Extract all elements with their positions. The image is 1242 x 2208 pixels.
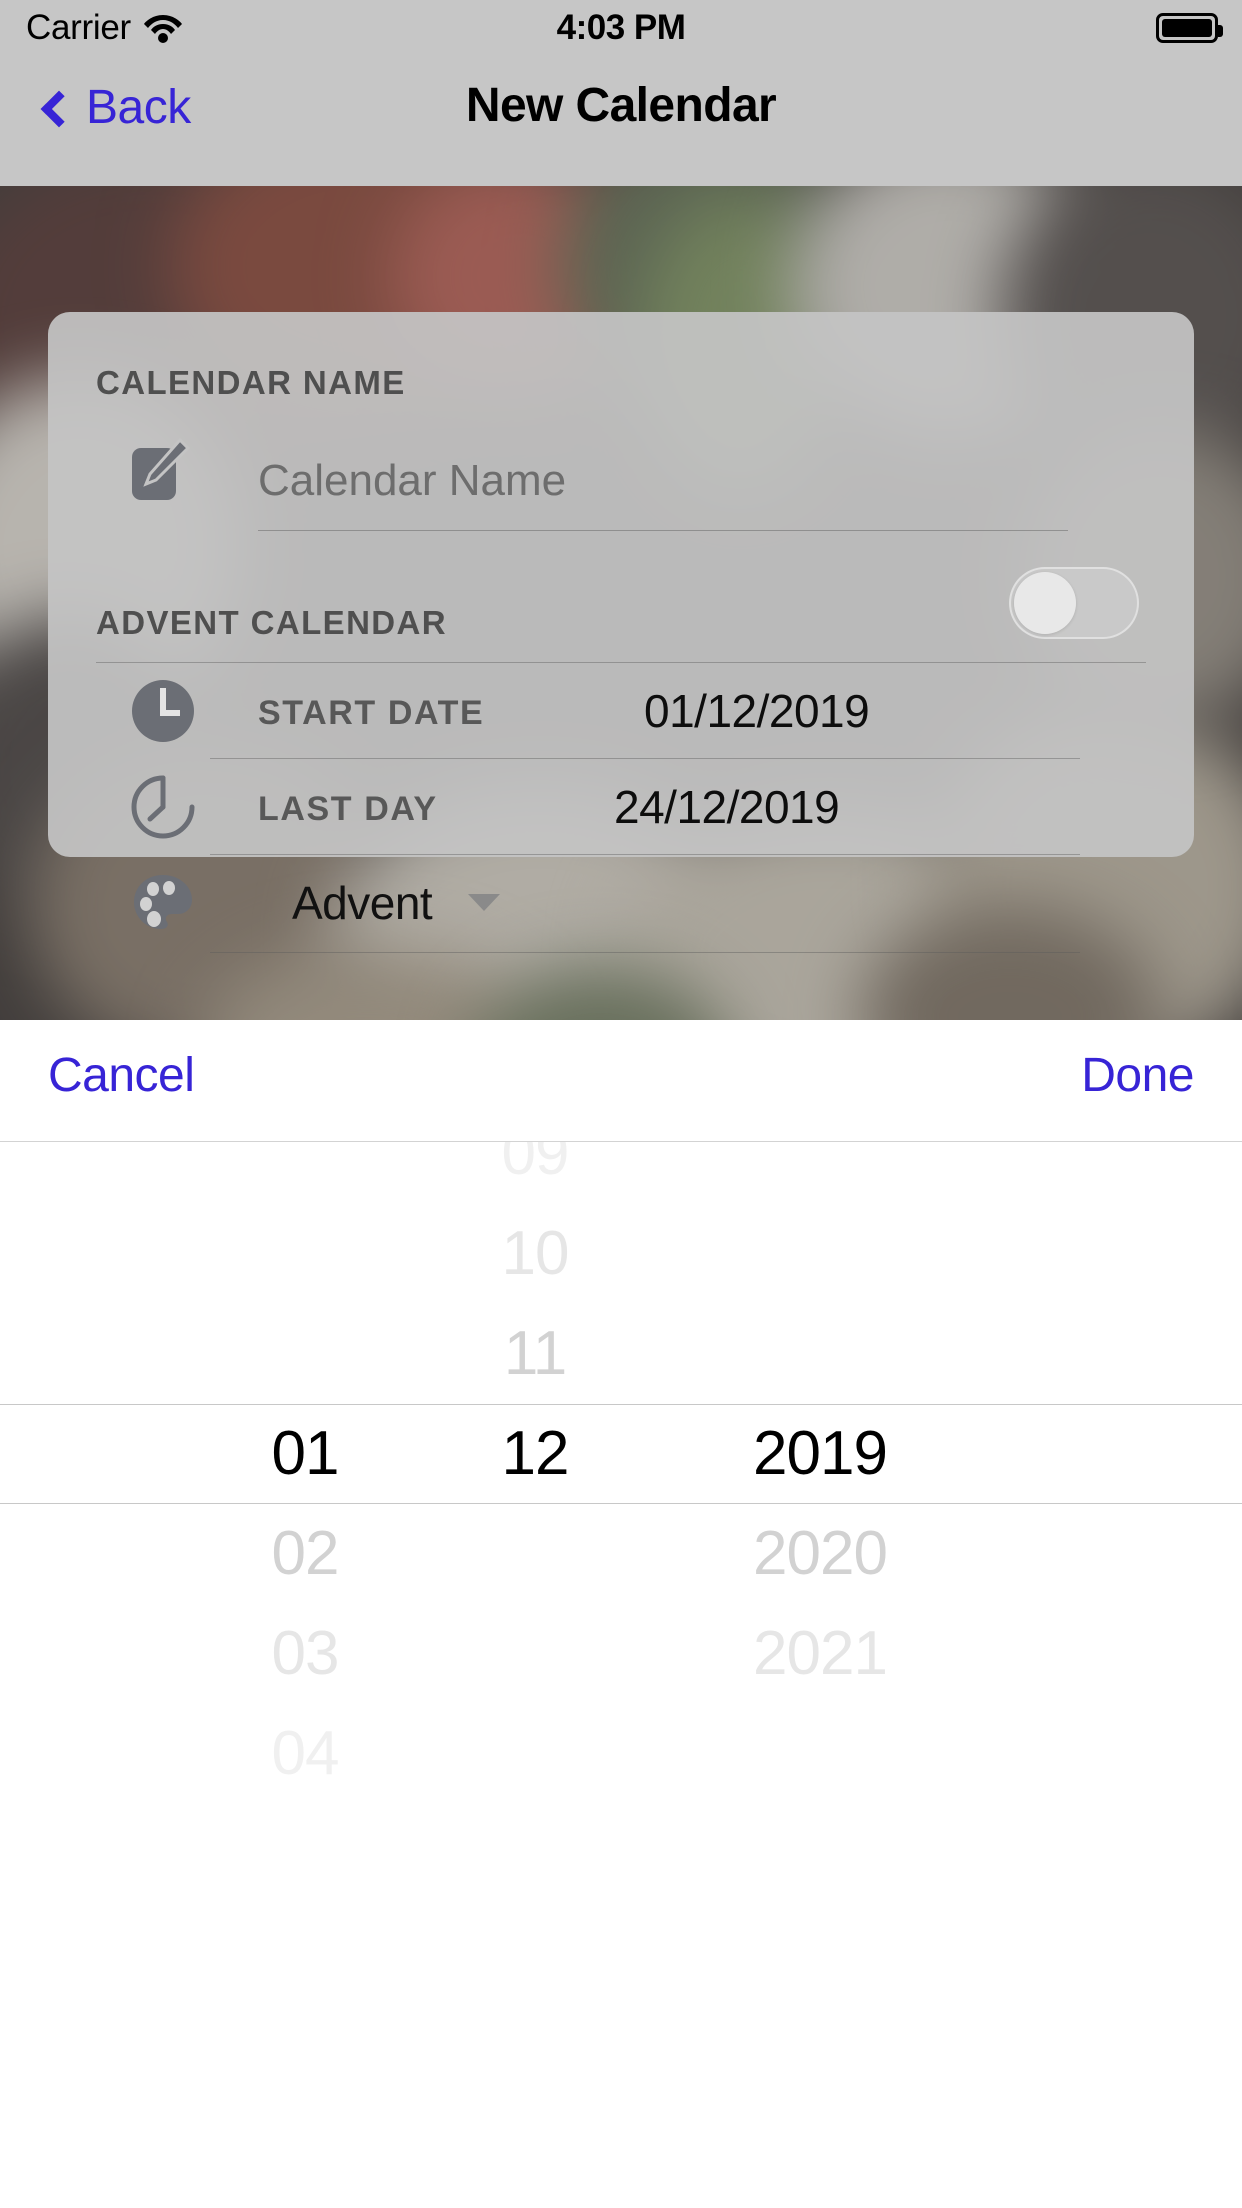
start-date-row[interactable]: START DATE 01/12/2019 (96, 664, 1146, 758)
start-date-label: START DATE (258, 694, 485, 732)
picker-year-below-1: 2020 (753, 1519, 888, 1588)
picker-month-above-3: 09 (501, 1142, 570, 1188)
advent-calendar-section-label: ADVENT CALENDAR (96, 604, 447, 641)
status-bar-right (1156, 13, 1223, 43)
advent-calendar-toggle[interactable] (1009, 567, 1139, 639)
picker-month-selected: 12 (501, 1419, 570, 1488)
last-day-row[interactable]: LAST DAY 24/12/2019 (96, 760, 1146, 854)
picker-month-above-2: 10 (501, 1219, 570, 1288)
picker-wheel-day[interactable]: 01 02 03 04 (190, 1142, 420, 2208)
calendar-name-input[interactable] (258, 432, 1068, 530)
divider-start-date (210, 758, 1080, 759)
picker-year-below-2: 2021 (753, 1619, 888, 1688)
picker-wheels: 01 02 03 04 09 10 11 12 2019 2020 2021 (0, 1142, 1242, 2208)
pencil-edit-icon (132, 438, 190, 500)
picker-wheel-month[interactable]: 09 10 11 12 (420, 1142, 650, 2208)
theme-row[interactable]: Advent (96, 856, 1146, 950)
clock-label: 4:03 PM (556, 8, 686, 47)
divider-theme (210, 952, 1080, 953)
palette-icon (134, 875, 192, 929)
divider-last-day (210, 854, 1080, 855)
picker-year-selected: 2019 (753, 1419, 888, 1488)
toggle-knob (1014, 572, 1076, 634)
start-date-value: 01/12/2019 (644, 685, 870, 737)
theme-value: Advent (292, 877, 433, 929)
picker-day-below-3: 04 (271, 1719, 340, 1788)
chevron-down-icon (468, 894, 500, 911)
date-picker-sheet: Cancel Done 01 02 03 04 09 10 11 12 2019 (0, 1020, 1242, 2208)
cancel-button[interactable]: Cancel (48, 1048, 195, 1103)
last-day-value: 24/12/2019 (614, 781, 840, 833)
done-button[interactable]: Done (1081, 1048, 1194, 1103)
picker-day-below-1: 02 (271, 1519, 340, 1588)
last-day-label: LAST DAY (258, 790, 438, 828)
page-title: New Calendar (465, 79, 777, 132)
calendar-name-section-label: CALENDAR NAME (96, 364, 406, 401)
picker-day-selected: 01 (271, 1419, 340, 1488)
divider-advent (96, 662, 1146, 663)
battery-full-icon (1156, 13, 1223, 43)
status-bar: Carrier 4:03 PM (0, 0, 1242, 56)
calendar-name-row (96, 432, 1146, 532)
new-calendar-form-card: CALENDAR NAME ADVENT CALENDAR START DATE… (48, 312, 1194, 953)
timer-outline-icon (131, 775, 195, 839)
picker-wheel-year[interactable]: 2019 2020 2021 (650, 1142, 990, 2208)
calendar-name-underline (258, 530, 1068, 531)
navigation-bar: Back New Calendar (0, 56, 1242, 186)
picker-month-above-1: 11 (503, 1319, 567, 1388)
picker-day-below-2: 03 (271, 1619, 340, 1688)
clock-filled-icon (132, 680, 194, 742)
picker-toolbar: Cancel Done (0, 1020, 1242, 1142)
phone-screen: Carrier 4:03 PM Back New Calendar CALEND… (0, 0, 1242, 2208)
